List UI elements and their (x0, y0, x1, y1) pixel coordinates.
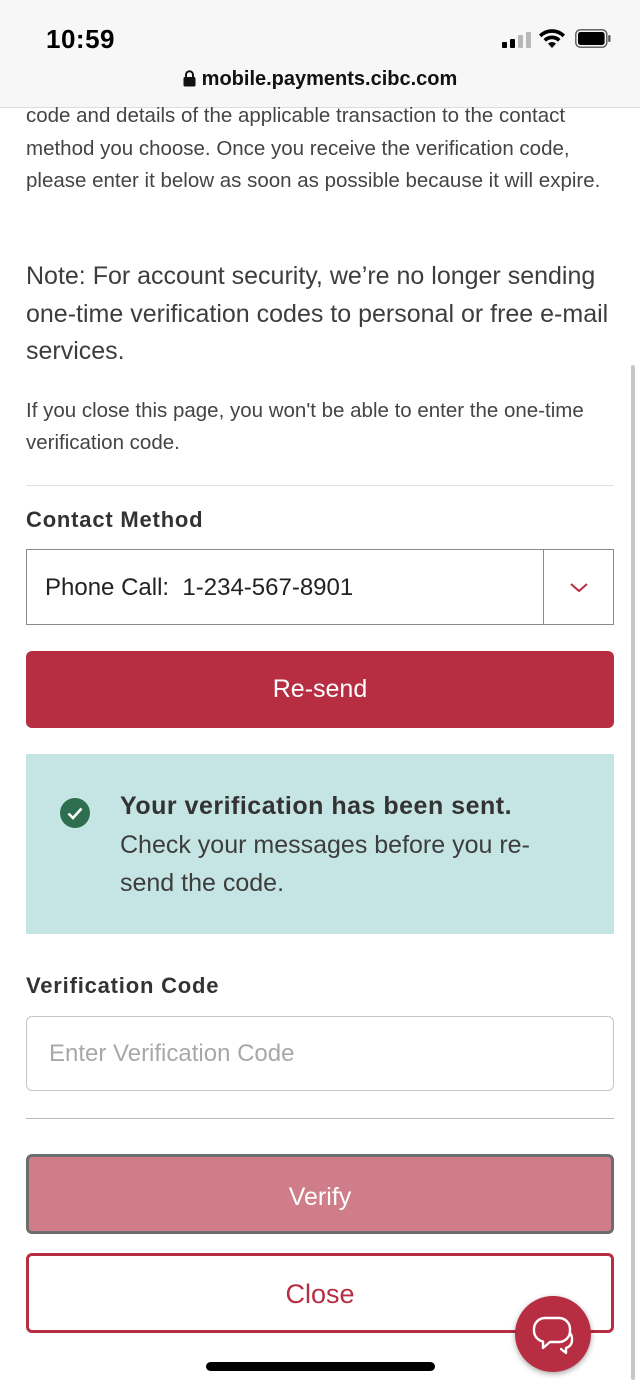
chevron-down-icon[interactable] (568, 580, 590, 594)
lock-icon (183, 70, 196, 87)
status-time: 10:59 (46, 24, 115, 54)
alert-message: Check your messages before you re-send t… (120, 831, 530, 897)
url-text: mobile.payments.cibc.com (201, 68, 458, 90)
contact-method-label: Contact Method (26, 507, 204, 532)
home-indicator[interactable] (206, 1362, 435, 1371)
verification-code-input[interactable] (26, 1016, 614, 1091)
form-divider (26, 1118, 614, 1119)
select-separator (543, 550, 544, 624)
status-bar: 10:59 (0, 0, 640, 62)
check-circle-icon (60, 798, 90, 828)
battery-icon (575, 29, 611, 48)
chat-button[interactable] (515, 1296, 591, 1372)
close-warning: If you close this page, you won't be abl… (26, 399, 584, 454)
cellular-signal-icon (502, 32, 532, 48)
verification-code-label: Verification Code (26, 973, 220, 998)
chat-bubble-icon (532, 1316, 574, 1355)
contact-method-select[interactable]: Phone Call: 1-234-567-8901 (26, 549, 614, 625)
instructions-paragraph: code and details of the applicable trans… (26, 104, 601, 192)
wifi-icon (539, 29, 565, 48)
resend-button[interactable]: Re-send (26, 651, 614, 728)
verification-sent-alert: Your verification has been sent. Check y… (26, 754, 614, 934)
verify-button[interactable]: Verify (26, 1154, 614, 1234)
page-scrollbar[interactable] (631, 365, 635, 1380)
alert-title: Your verification has been sent. (120, 792, 513, 820)
contact-method-value: Phone Call: 1-234-567-8901 (45, 574, 354, 601)
security-note: Note: For account security, we’re no lon… (26, 262, 609, 365)
section-divider (26, 485, 614, 486)
